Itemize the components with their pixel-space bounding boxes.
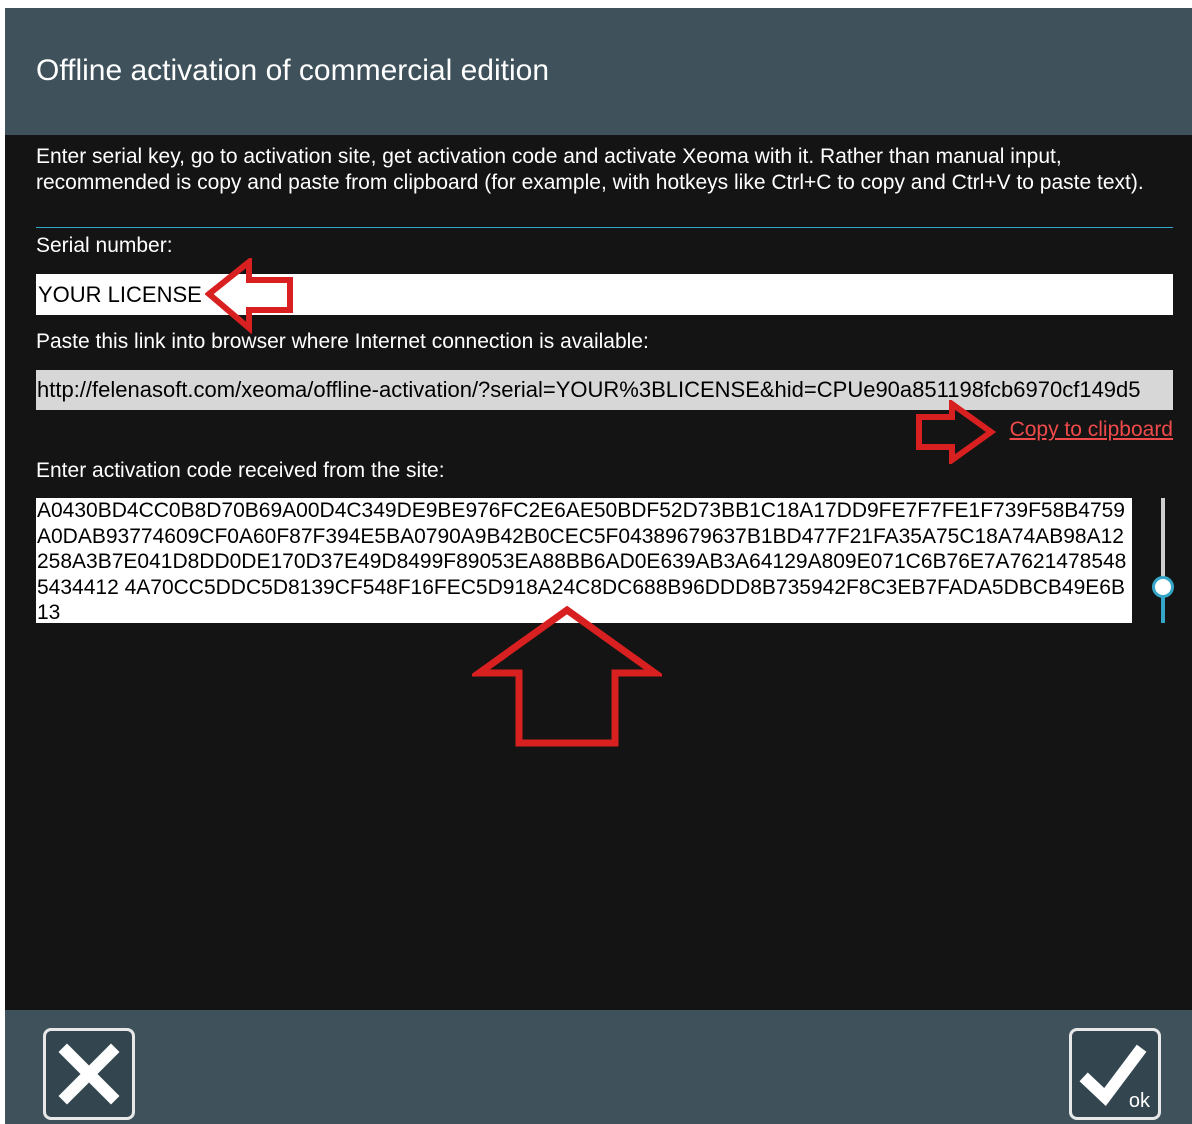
scrollbar-thumb[interactable] [1152, 576, 1174, 598]
cancel-button[interactable] [43, 1028, 135, 1120]
title-bar: Offline activation of commercial edition [5, 8, 1192, 135]
link-label: Paste this link into browser where Inter… [36, 330, 649, 353]
copy-to-clipboard-link[interactable]: Copy to clipboard [1010, 418, 1173, 442]
activation-dialog: Offline activation of commercial edition… [5, 8, 1192, 1124]
activation-code-label: Enter activation code received from the … [36, 459, 445, 482]
intro-text: Enter serial key, go to activation site,… [36, 145, 1144, 194]
activation-link-field[interactable]: http://felenasoft.com/xeoma/offline-acti… [36, 370, 1173, 410]
button-bar: ok [5, 1010, 1192, 1124]
serial-number-input[interactable]: YOUR LICENSE [36, 274, 1173, 315]
dialog-title: Offline activation of commercial edition [36, 54, 550, 87]
close-icon [58, 1043, 120, 1105]
ok-button[interactable]: ok [1069, 1028, 1161, 1120]
activation-code-scrollbar[interactable] [1152, 498, 1174, 623]
activation-code-input[interactable]: A0430BD4CC0B8D70B69A00D4C349DE9BE976FC2E… [36, 498, 1132, 623]
ok-label: ok [1128, 1090, 1150, 1112]
separator [36, 227, 1173, 228]
serial-label: Serial number: [36, 234, 173, 257]
